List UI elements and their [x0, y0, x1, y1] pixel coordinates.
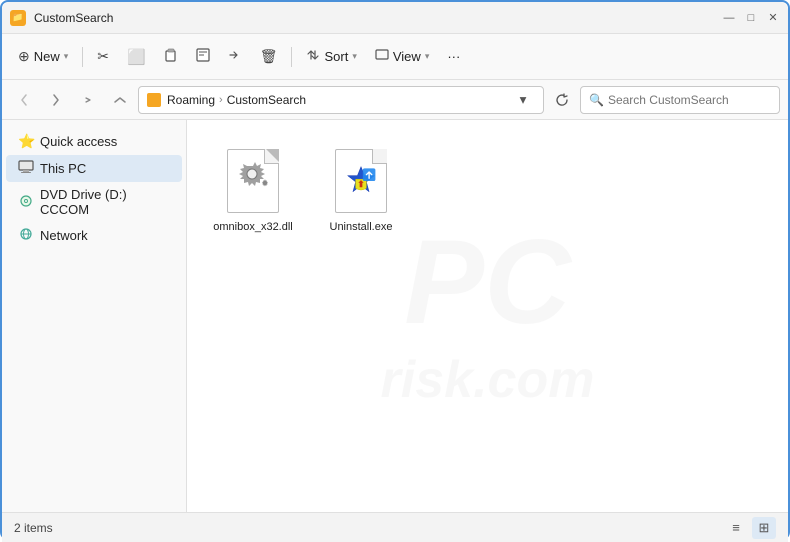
window-controls: — □ ✕ — [722, 11, 780, 25]
sidebar-item-quick-access[interactable]: ⭐ Quick access — [6, 128, 182, 155]
share-button[interactable] — [220, 40, 250, 74]
rename-button[interactable] — [188, 40, 218, 74]
up-button[interactable] — [106, 86, 134, 114]
file-grid: omnibox_x32.dll — [203, 136, 772, 242]
back-button[interactable] — [10, 86, 38, 114]
delete-button[interactable]: 🗑 — [252, 40, 286, 74]
computer-icon — [18, 160, 34, 177]
cut-button[interactable]: ✂ — [89, 40, 117, 74]
path-separator-1: › — [219, 94, 223, 106]
new-button[interactable]: ⊕ New ▾ — [10, 40, 76, 74]
paste-button[interactable] — [156, 40, 186, 74]
paste-icon — [164, 48, 178, 65]
file-label-uninstall: Uninstall.exe — [330, 221, 393, 233]
file-icon-exe — [331, 145, 391, 217]
minimize-button[interactable]: — — [722, 11, 736, 25]
copy-button[interactable]: ⬜ — [119, 40, 154, 74]
more-button[interactable]: ··· — [439, 40, 468, 74]
address-bar: Roaming › CustomSearch ▾ 🔍 — [2, 80, 788, 120]
sort-button[interactable]: Sort ▾ — [298, 40, 364, 74]
recent-button[interactable] — [74, 86, 102, 114]
item-count: 2 items — [14, 521, 53, 535]
path-customsearch: CustomSearch — [227, 93, 306, 107]
file-icon-dll — [223, 145, 283, 217]
refresh-button[interactable] — [548, 86, 576, 114]
list-view-button[interactable]: ≡ — [724, 517, 748, 539]
view-label: View — [393, 49, 421, 64]
window-icon: 📁 — [10, 10, 26, 26]
sidebar: ⭐ Quick access This PC DVD Drive (D:) CC… — [2, 120, 187, 512]
view-icon — [375, 48, 389, 65]
maximize-button[interactable]: □ — [744, 11, 758, 25]
sort-label: Sort — [324, 49, 348, 64]
view-button[interactable]: View ▾ — [367, 40, 437, 74]
dvd-icon — [18, 194, 34, 211]
search-icon: 🔍 — [589, 93, 604, 107]
cut-icon: ✂ — [97, 48, 109, 65]
sidebar-label-this-pc: This PC — [40, 161, 86, 176]
close-button[interactable]: ✕ — [766, 11, 780, 25]
forward-button[interactable] — [42, 86, 70, 114]
watermark: PC risk.com — [381, 222, 595, 410]
sidebar-item-network[interactable]: Network — [6, 222, 182, 249]
network-icon — [18, 227, 34, 244]
toolbar-separator-2 — [291, 47, 292, 67]
share-icon — [228, 48, 242, 65]
window-title: CustomSearch — [34, 11, 722, 25]
grid-view-button[interactable]: ⊞ — [752, 517, 776, 539]
delete-icon: 🗑 — [260, 48, 278, 65]
sidebar-item-dvd-drive[interactable]: DVD Drive (D:) CCCOM — [6, 182, 182, 222]
new-label: New — [34, 49, 60, 64]
path-folder-icon — [147, 93, 161, 107]
gears-icon — [235, 160, 271, 202]
more-label: ··· — [447, 49, 460, 64]
file-label-omnibox: omnibox_x32.dll — [213, 221, 293, 233]
path-roaming: Roaming — [167, 93, 215, 107]
sidebar-label-network: Network — [40, 228, 88, 243]
search-box[interactable]: 🔍 — [580, 86, 780, 114]
toolbar: ⊕ New ▾ ✂ ⬜ — [2, 34, 788, 80]
sidebar-item-this-pc[interactable]: This PC — [6, 155, 182, 182]
file-item-omnibox[interactable]: omnibox_x32.dll — [203, 136, 303, 242]
view-toggles: ≡ ⊞ — [724, 517, 776, 539]
watermark-risk: risk.com — [381, 350, 595, 410]
exe-file-icon — [335, 149, 387, 213]
title-bar: 📁 CustomSearch — □ ✕ — [2, 2, 788, 34]
rename-icon — [196, 48, 210, 65]
new-icon: ⊕ — [18, 48, 30, 65]
address-path[interactable]: Roaming › CustomSearch ▾ — [138, 86, 544, 114]
main-content: ⭐ Quick access This PC DVD Drive (D:) CC… — [2, 120, 788, 512]
path-dropdown-button[interactable]: ▾ — [511, 86, 535, 114]
toolbar-separator-1 — [82, 47, 83, 67]
sidebar-label-quick-access: Quick access — [40, 134, 117, 149]
sidebar-label-dvd: DVD Drive (D:) CCCOM — [40, 187, 170, 217]
star-icon: ⭐ — [18, 133, 34, 150]
file-area: PC risk.com — [187, 120, 788, 512]
sort-icon — [306, 48, 320, 65]
file-item-uninstall[interactable]: Uninstall.exe — [311, 136, 411, 242]
uninstall-icon-svg — [343, 163, 379, 199]
dll-file-icon — [227, 149, 279, 213]
search-input[interactable] — [608, 93, 771, 107]
status-bar: 2 items ≡ ⊞ — [2, 512, 788, 542]
copy-icon: ⬜ — [127, 48, 146, 66]
